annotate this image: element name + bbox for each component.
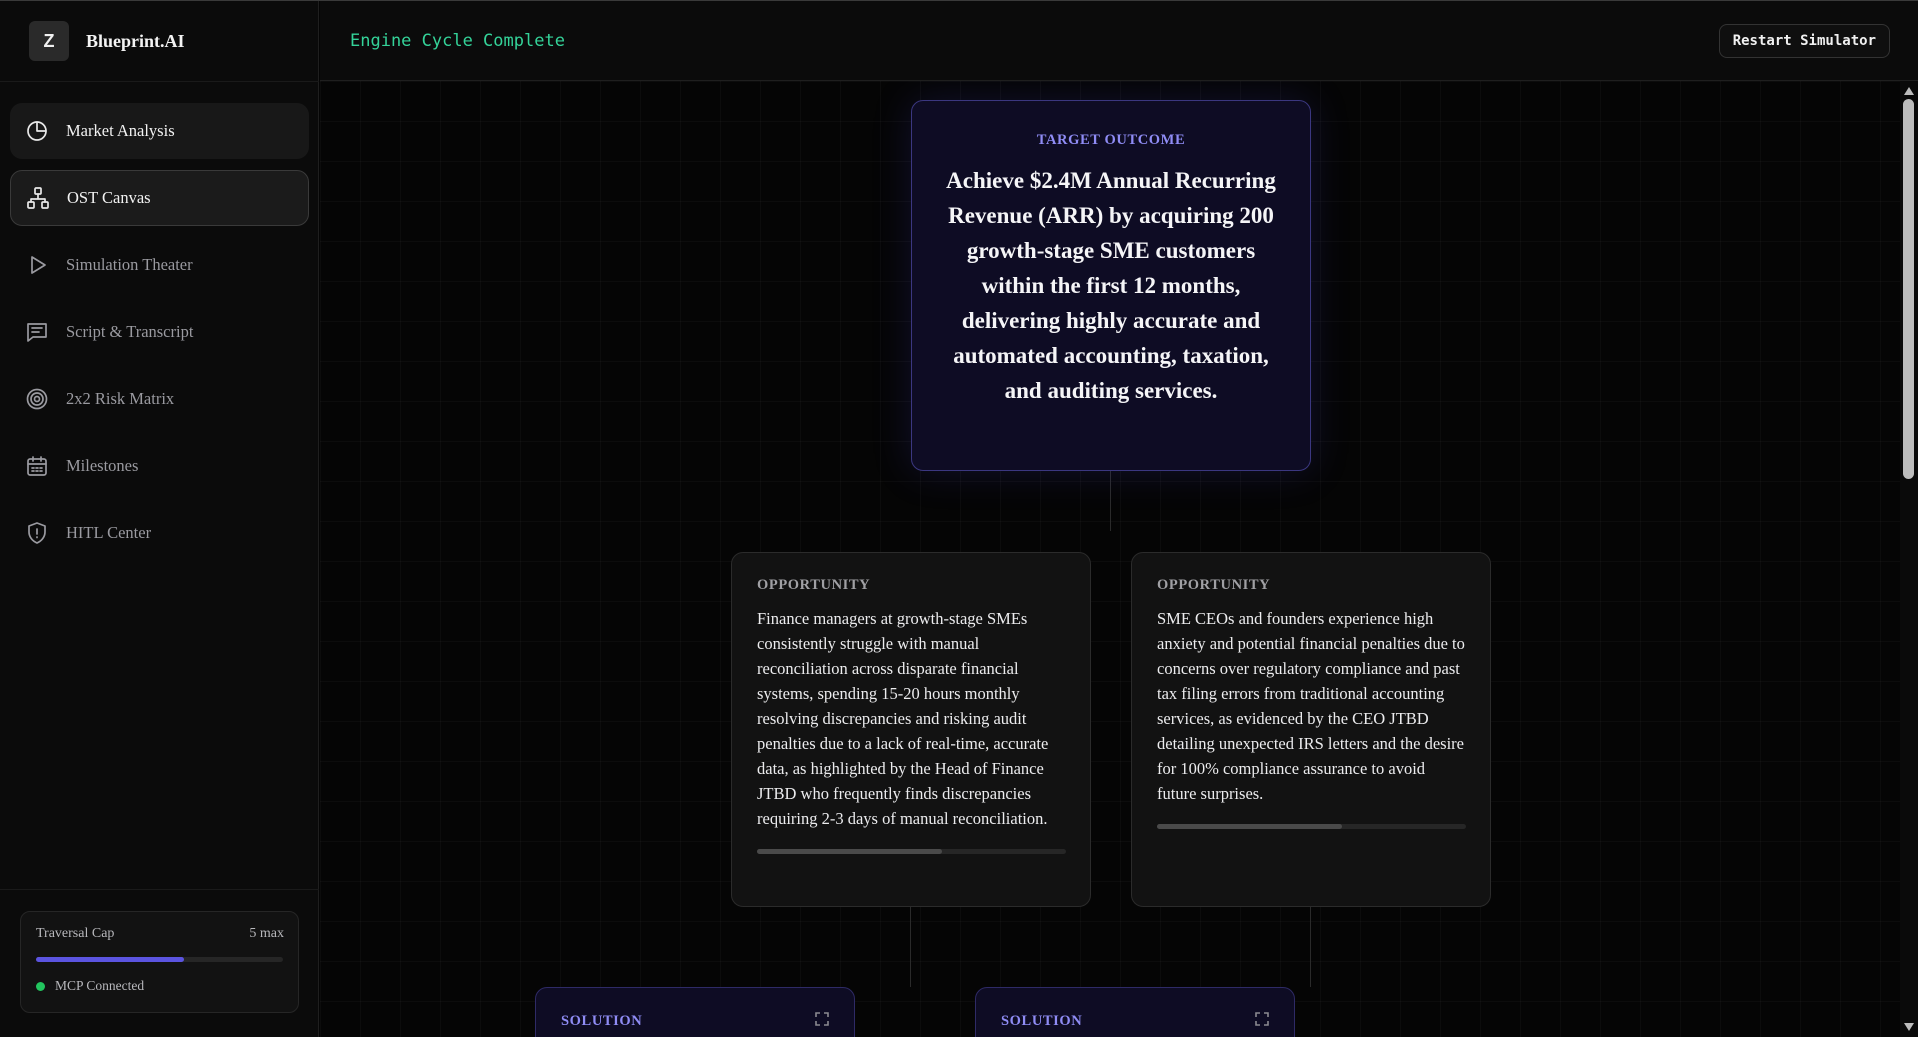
canvas-scrollbar[interactable] bbox=[1900, 81, 1918, 1037]
sitemap-icon bbox=[26, 186, 50, 210]
node-type-label: SOLUTION bbox=[1001, 1013, 1083, 1029]
solution-node[interactable]: SOLUTION bbox=[535, 987, 855, 1037]
scroll-down-arrow-icon[interactable] bbox=[1904, 1023, 1914, 1031]
divider bbox=[0, 81, 319, 82]
app-logo: Z bbox=[29, 21, 69, 61]
sidebar-item-label: OST Canvas bbox=[67, 188, 151, 207]
traversal-cap-max: 5 max bbox=[249, 926, 284, 941]
expand-icon[interactable] bbox=[1255, 1012, 1269, 1026]
divider bbox=[0, 889, 319, 890]
sidebar-item-simulation-theater[interactable]: Simulation Theater bbox=[10, 237, 309, 293]
sidebar-item-hitl-center[interactable]: HITL Center bbox=[10, 505, 309, 561]
connection-label: MCP Connected bbox=[55, 978, 145, 993]
opportunity-node[interactable]: OPPORTUNITY Finance managers at growth-s… bbox=[731, 552, 1091, 907]
shield-alert-icon bbox=[25, 521, 49, 545]
node-type-label: OPPORTUNITY bbox=[1157, 577, 1271, 593]
sidebar-item-label: Market Analysis bbox=[66, 121, 175, 140]
opportunity-score-fill bbox=[757, 849, 943, 854]
sidebar-item-ost-canvas[interactable]: OST Canvas bbox=[10, 170, 309, 226]
opportunity-score-bar bbox=[1157, 824, 1466, 829]
sidebar-item-label: Script & Transcript bbox=[66, 322, 194, 341]
sidebar-item-label: 2x2 Risk Matrix bbox=[66, 389, 175, 408]
traversal-cap-label: Traversal Cap bbox=[36, 926, 115, 941]
sidebar: Z Blueprint.AI Market Analysis OST Canva… bbox=[0, 1, 319, 1037]
node-type-label: OPPORTUNITY bbox=[757, 577, 871, 593]
ost-canvas[interactable]: TARGET OUTCOME Achieve $2.4M Annual Recu… bbox=[320, 81, 1900, 1037]
solution-node[interactable]: SOLUTION bbox=[975, 987, 1295, 1037]
sidebar-item-label: HITL Center bbox=[66, 523, 152, 542]
target-icon bbox=[25, 387, 49, 411]
node-type-label: TARGET OUTCOME bbox=[1036, 132, 1186, 148]
opportunity-score-bar bbox=[757, 849, 1066, 854]
target-outcome-text: Achieve $2.4M Annual Recurring Revenue (… bbox=[946, 168, 1276, 403]
tree-connector bbox=[1110, 471, 1111, 531]
opportunity-text: Finance managers at growth-stage SMEs co… bbox=[757, 609, 1049, 828]
status-dot-icon bbox=[36, 981, 45, 991]
opportunity-text: SME CEOs and founders experience high an… bbox=[1157, 609, 1465, 803]
sidebar-item-market-analysis[interactable]: Market Analysis bbox=[10, 103, 309, 159]
calendar-icon bbox=[25, 454, 49, 478]
play-icon bbox=[25, 253, 49, 277]
pie-chart-icon bbox=[25, 119, 49, 143]
sidebar-item-label: Simulation Theater bbox=[66, 255, 193, 274]
expand-icon[interactable] bbox=[815, 1012, 829, 1026]
connection-status: MCP Connected bbox=[36, 978, 144, 994]
target-outcome-node[interactable]: TARGET OUTCOME Achieve $2.4M Annual Recu… bbox=[911, 100, 1311, 471]
sidebar-item-label: Milestones bbox=[66, 456, 139, 475]
message-square-text-icon bbox=[25, 320, 49, 344]
scroll-up-arrow-icon[interactable] bbox=[1904, 87, 1914, 95]
scrollbar-thumb[interactable] bbox=[1903, 99, 1914, 479]
traversal-cap-fill bbox=[36, 957, 185, 962]
opportunity-node[interactable]: OPPORTUNITY SME CEOs and founders experi… bbox=[1131, 552, 1491, 907]
app-name: Blueprint.AI bbox=[86, 30, 185, 51]
engine-status: Engine Cycle Complete bbox=[350, 31, 565, 51]
sidebar-item-milestones[interactable]: Milestones bbox=[10, 438, 309, 494]
restart-simulator-button[interactable]: Restart Simulator bbox=[1718, 24, 1890, 58]
top-bar: Engine Cycle Complete Restart Simulator bbox=[320, 1, 1918, 81]
opportunity-score-fill bbox=[1157, 824, 1343, 829]
traversal-cap-card: Traversal Cap 5 max MCP Connected bbox=[20, 911, 299, 1013]
brand[interactable]: Z Blueprint.AI bbox=[29, 21, 185, 61]
sidebar-item-script-transcript[interactable]: Script & Transcript bbox=[10, 304, 309, 360]
traversal-cap-progress bbox=[36, 957, 283, 962]
tree-connector bbox=[910, 907, 911, 987]
sidebar-item-risk-matrix[interactable]: 2x2 Risk Matrix bbox=[10, 371, 309, 427]
tree-connector bbox=[1310, 907, 1311, 987]
node-type-label: SOLUTION bbox=[561, 1013, 643, 1029]
